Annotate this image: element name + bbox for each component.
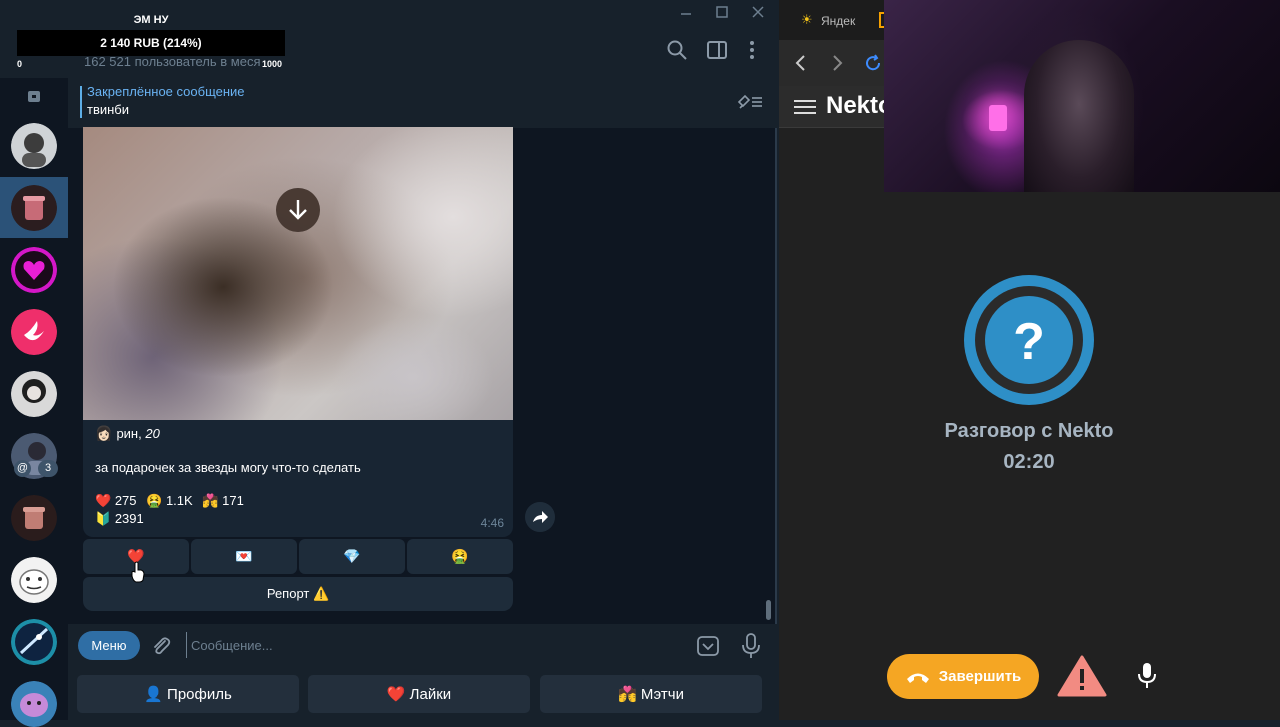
chat-subtitle: 162 521 пользователь в меся <box>84 54 261 69</box>
message-time: 4:46 <box>480 516 504 530</box>
chat-avatar-5[interactable] <box>11 371 57 417</box>
chat-avatar-3[interactable] <box>11 247 57 293</box>
sidebar-toggle-icon[interactable] <box>705 38 729 62</box>
report-warning-icon[interactable] <box>1057 655 1107 697</box>
end-call-button[interactable]: Завершить <box>887 654 1039 699</box>
forward-icon[interactable] <box>525 502 555 532</box>
microphone-icon[interactable] <box>740 632 762 660</box>
author-name: рин, <box>116 426 146 441</box>
report-button[interactable]: Репорт ⚠️ <box>83 577 513 611</box>
webcam-lamp <box>989 105 1007 131</box>
chat-avatar-7[interactable] <box>11 495 57 541</box>
message-photo-blurred[interactable] <box>83 127 513 420</box>
composer: Меню <box>68 624 777 668</box>
svg-text:?: ? <box>1013 313 1045 371</box>
streamer-webcam <box>884 0 1280 192</box>
author-age: 20 <box>145 426 160 441</box>
call-microphone-icon[interactable] <box>1134 661 1160 691</box>
search-icon[interactable] <box>665 38 689 62</box>
chat-avatar-4[interactable] <box>11 309 57 355</box>
archive-folder-icon[interactable] <box>26 88 42 104</box>
donation-goal-bar: 2 140 RUB (214%) <box>17 30 285 56</box>
donation-goal-max: 1000 <box>262 59 283 69</box>
sun-icon: ☀ <box>801 12 813 27</box>
chat-avatar-8[interactable] <box>11 557 57 603</box>
inline-button-letter[interactable]: 💌 <box>191 539 297 574</box>
donation-goal-min: 0 <box>17 59 23 69</box>
chat-scrollbar[interactable] <box>765 128 771 622</box>
chat-header: ЭМ НУ 2 140 RUB (214%) 0 162 521 пользов… <box>0 0 777 78</box>
message-input[interactable] <box>186 632 676 658</box>
pinned-message-bar[interactable]: Закреплённое сообщение твинби <box>68 78 777 128</box>
site-logo[interactable]: Nekto <box>826 92 893 120</box>
reload-icon[interactable] <box>863 53 883 73</box>
inline-button-vomit[interactable]: 🤮 <box>407 539 513 574</box>
reaction-beginner[interactable]: 🔰 2391 <box>95 511 144 527</box>
mention-badge: @ <box>14 460 31 477</box>
stream-overlay-title: ЭМ НУ <box>133 14 169 26</box>
hang-up-icon <box>906 673 929 683</box>
author-emoji: 👩🏻 <box>95 425 113 441</box>
reaction-kiss[interactable]: 💏 171 <box>202 493 244 509</box>
inline-button-gem[interactable]: 💎 <box>299 539 405 574</box>
call-timer: 02:20 <box>1003 451 1055 473</box>
anonymous-avatar-icon: ? <box>964 275 1094 405</box>
chat-avatar-1[interactable] <box>11 123 57 169</box>
chat-scrollbar-thumb[interactable] <box>766 600 771 620</box>
maximize-icon[interactable] <box>716 6 728 18</box>
reaction-vomit[interactable]: 🤮 1.1K <box>146 493 193 509</box>
bot-keyboard-icon[interactable] <box>696 634 720 658</box>
reactions-row: ❤️ 275 🤮 1.1K 💏 171 <box>95 493 250 509</box>
likes-button[interactable]: ❤️ Лайки <box>308 675 530 713</box>
telegram-window: ЭМ НУ 2 140 RUB (214%) 0 162 521 пользов… <box>0 0 777 727</box>
matches-button[interactable]: 💏 Мэтчи <box>540 675 762 713</box>
browser-tab-label[interactable]: Яндек <box>821 14 855 28</box>
chat-avatar-2[interactable] <box>11 185 57 231</box>
profile-button[interactable]: 👤 Профиль <box>77 675 299 713</box>
back-icon[interactable] <box>791 53 811 73</box>
unread-count-badge: 3 <box>38 460 58 477</box>
message-bubble[interactable]: 👩🏻 рин, 20 за подарочек за звезды могу чт… <box>83 127 513 537</box>
chat-avatar-10[interactable] <box>11 681 57 727</box>
bot-menu-button[interactable]: Меню <box>78 631 140 660</box>
call-title: Разговор с Nekto <box>944 420 1114 442</box>
chat-avatar-9[interactable] <box>11 619 57 665</box>
pinned-list-icon[interactable] <box>736 92 764 112</box>
reply-keyboard: 👤 Профиль ❤️ Лайки 💏 Мэтчи <box>68 668 777 720</box>
reaction-heart[interactable]: ❤️ 275 <box>95 493 137 509</box>
hand-cursor-icon <box>131 561 145 583</box>
hamburger-menu-icon[interactable] <box>794 99 816 115</box>
end-call-label: Завершить <box>938 668 1022 685</box>
pinned-indicator <box>80 86 82 118</box>
pinned-title: Закреплённое сообщение <box>87 84 245 99</box>
more-options-icon[interactable] <box>740 38 764 62</box>
message-text: за подарочек за звезды могу что-то сдела… <box>95 460 361 475</box>
pinned-text: твинби <box>87 102 130 117</box>
close-icon[interactable] <box>752 6 764 18</box>
minimize-icon[interactable] <box>680 8 692 20</box>
attach-icon[interactable] <box>150 635 172 657</box>
webcam-person <box>1024 40 1134 192</box>
message-author: 👩🏻 рин, 20 <box>95 425 160 442</box>
download-icon[interactable] <box>276 188 320 232</box>
forward-nav-icon[interactable] <box>827 53 847 73</box>
